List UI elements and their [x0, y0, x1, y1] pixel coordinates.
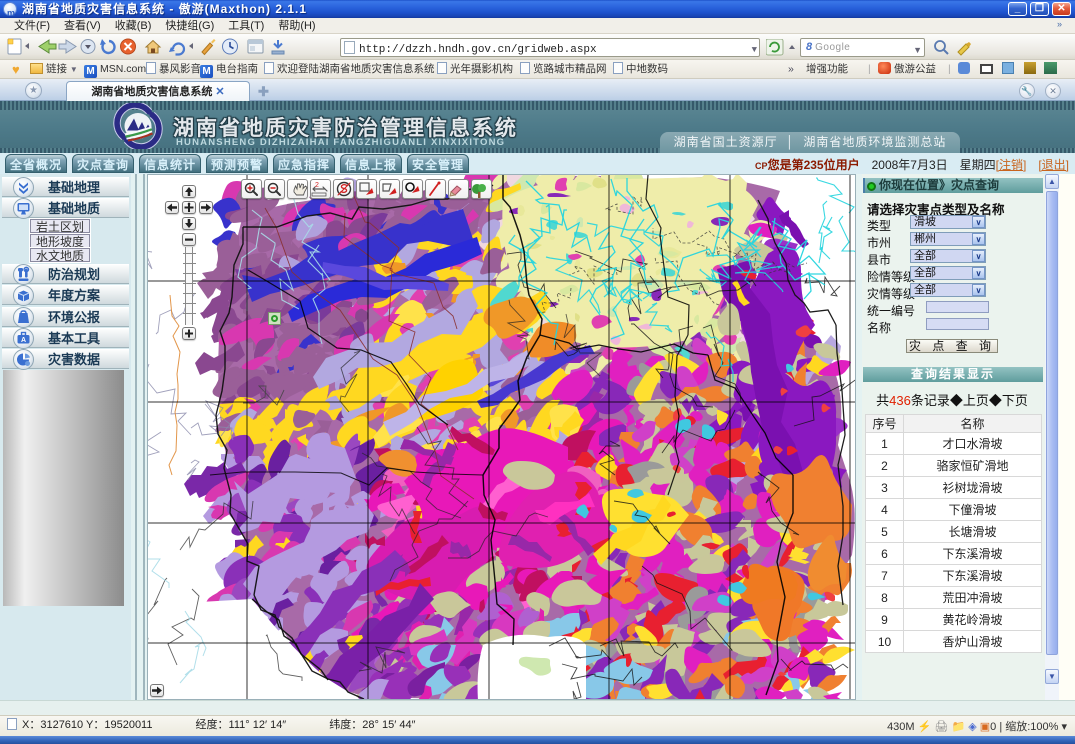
svg-text:A: A	[21, 337, 26, 344]
svg-text:2: 2	[315, 182, 319, 189]
